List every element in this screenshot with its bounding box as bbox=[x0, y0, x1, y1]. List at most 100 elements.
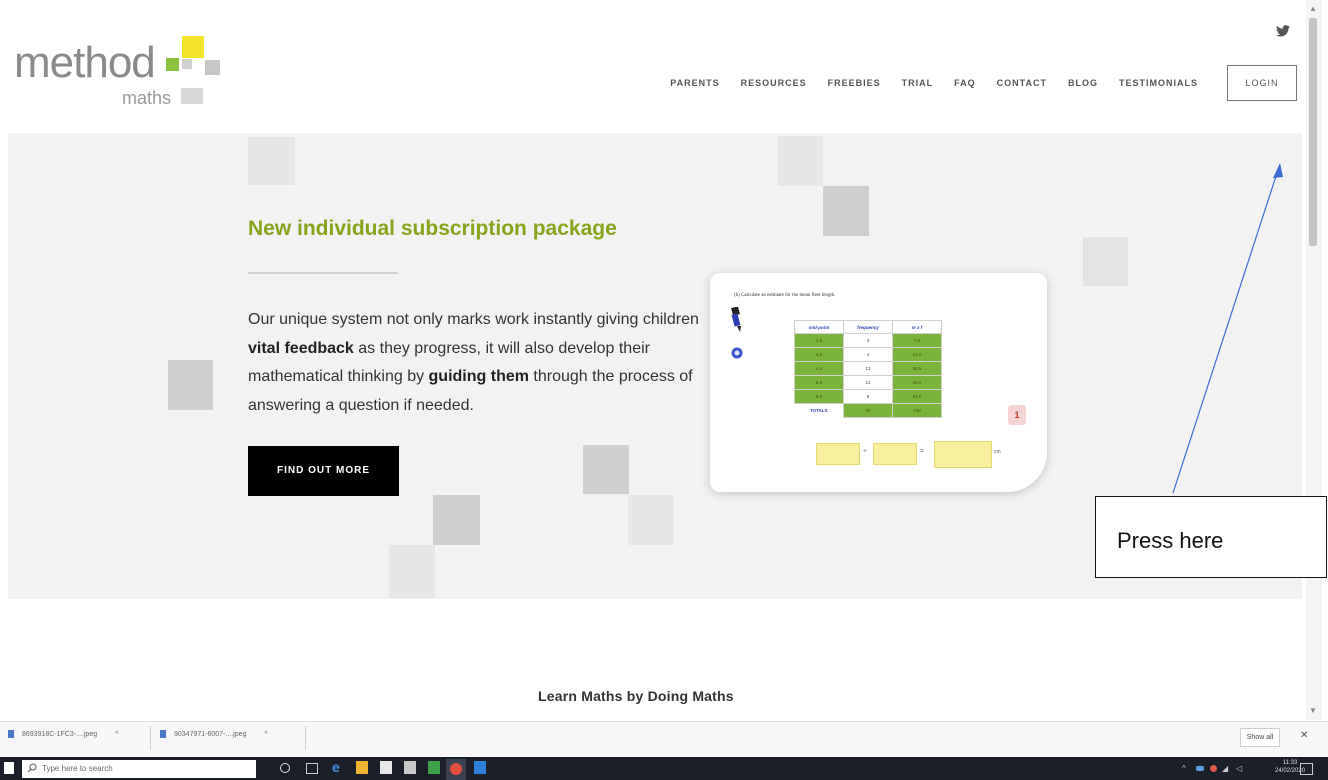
nav-item-trial[interactable]: TRIAL bbox=[902, 78, 934, 88]
table-header: m x f bbox=[892, 320, 942, 334]
table-cell: 2.5 bbox=[794, 333, 844, 348]
table-cell: 12 bbox=[843, 375, 893, 390]
app-green-icon[interactable] bbox=[428, 761, 440, 774]
chevron-up-icon[interactable]: ^ bbox=[1182, 764, 1186, 773]
login-button[interactable]: LOGIN bbox=[1227, 65, 1297, 101]
hero-description: Our unique system not only marks work in… bbox=[248, 306, 708, 420]
nav-item-parents[interactable]: PARENTS bbox=[670, 78, 719, 88]
chevron-up-icon[interactable]: ^ bbox=[264, 731, 267, 738]
divide-operator: ÷ bbox=[863, 448, 867, 455]
table-row: 3.5 4 14.0 bbox=[794, 347, 942, 362]
image-file-icon bbox=[160, 730, 166, 738]
equals-operator: = bbox=[920, 448, 925, 455]
section-title: Learn Maths by Doing Maths bbox=[538, 688, 734, 704]
table-totals-row: TOTALS 40 198 bbox=[795, 403, 942, 418]
hero-text-bold: guiding them bbox=[428, 368, 529, 385]
decor-square bbox=[823, 186, 869, 236]
onedrive-icon[interactable] bbox=[1196, 766, 1204, 771]
decor-square bbox=[248, 137, 295, 185]
download-item[interactable]: 8693918C-1FC3-....jpeg ^ bbox=[8, 730, 118, 738]
table-cell: 66.0 bbox=[892, 375, 942, 390]
wifi-icon[interactable]: ◢ bbox=[1222, 764, 1228, 773]
find-out-more-button[interactable]: FIND OUT MORE bbox=[248, 446, 399, 496]
chevron-up-icon[interactable]: ^ bbox=[115, 731, 118, 738]
volume-icon[interactable]: ◁ bbox=[1236, 764, 1242, 773]
decor-square bbox=[1083, 237, 1128, 286]
hero-text-part: Our unique system not only marks work in… bbox=[248, 311, 699, 328]
nav-item-faq[interactable]: FAQ bbox=[954, 78, 976, 88]
table-row: 2.5 3 7.5 bbox=[794, 333, 942, 348]
hint-icon bbox=[731, 347, 743, 359]
table-row: 6.5 8 52.0 bbox=[794, 389, 942, 404]
table-row: 4.5 13 58.5 bbox=[794, 361, 942, 376]
nav-item-blog[interactable]: BLOG bbox=[1068, 78, 1098, 88]
scroll-down-arrow-icon[interactable]: ▼ bbox=[1308, 706, 1318, 716]
answer-input-denominator[interactable] bbox=[873, 443, 917, 465]
table-cell: 52.0 bbox=[892, 389, 942, 404]
store-icon[interactable] bbox=[380, 761, 392, 774]
hero-divider bbox=[248, 272, 398, 274]
nav-item-resources[interactable]: RESOURCES bbox=[741, 78, 807, 88]
file-explorer-icon[interactable] bbox=[356, 761, 368, 774]
download-bar bbox=[0, 721, 1328, 757]
table-cell: 6.5 bbox=[794, 389, 844, 404]
app-icon[interactable] bbox=[404, 761, 416, 774]
table-header-row: mid-point frequency m x f bbox=[794, 320, 942, 334]
answer-input-numerator[interactable] bbox=[816, 443, 860, 465]
logo-subtitle: maths bbox=[122, 88, 172, 108]
hero-title: New individual subscription package bbox=[248, 217, 617, 240]
notifications-icon[interactable] bbox=[1300, 763, 1313, 775]
download-item[interactable]: 90347971-6007-....jpeg ^ bbox=[160, 730, 268, 738]
logo-wordmark: method bbox=[14, 38, 156, 87]
twitter-icon[interactable] bbox=[1276, 25, 1290, 37]
table-cell: 5.5 bbox=[794, 375, 844, 390]
table-cell: 58.5 bbox=[892, 361, 942, 376]
nav-item-freebies[interactable]: FREEBIES bbox=[828, 78, 881, 88]
main-nav: PARENTS RESOURCES FREEBIES TRIAL FAQ CON… bbox=[670, 78, 1198, 88]
tray-app-icon[interactable] bbox=[1210, 765, 1217, 772]
scrollbar-thumb[interactable] bbox=[1309, 18, 1317, 246]
nav-item-testimonials[interactable]: TESTIMONIALS bbox=[1119, 78, 1198, 88]
decor-square bbox=[628, 495, 674, 545]
windows-start-icon[interactable] bbox=[4, 762, 14, 774]
logo-square-grey-small bbox=[182, 59, 192, 69]
cortana-icon[interactable] bbox=[280, 763, 290, 773]
mail-icon[interactable] bbox=[474, 761, 486, 774]
logo-square-grey bbox=[205, 60, 220, 75]
answer-input-result[interactable] bbox=[934, 441, 992, 468]
download-filename: 90347971-6007-....jpeg bbox=[174, 730, 247, 738]
unit-label: cm bbox=[994, 449, 1001, 455]
image-file-icon bbox=[8, 730, 14, 738]
close-icon[interactable]: ✕ bbox=[1300, 730, 1308, 741]
table-cell: 3 bbox=[843, 333, 893, 348]
table-header: mid-point bbox=[794, 320, 844, 334]
nav-item-contact[interactable]: CONTACT bbox=[997, 78, 1047, 88]
decor-square bbox=[433, 495, 480, 545]
divider bbox=[305, 726, 306, 750]
hero-text-bold: vital feedback bbox=[248, 339, 354, 357]
table-cell: 3.5 bbox=[794, 347, 844, 362]
download-filename: 8693918C-1FC3-....jpeg bbox=[22, 730, 98, 738]
table-cell: 13 bbox=[843, 361, 893, 376]
table-cell: 8 bbox=[843, 389, 893, 404]
search-icon bbox=[27, 763, 37, 773]
logo-square-yellow bbox=[182, 36, 204, 58]
scroll-up-arrow-icon[interactable]: ▲ bbox=[1308, 4, 1318, 14]
frequency-table: mid-point frequency m x f 2.5 3 7.5 3.5 … bbox=[794, 320, 942, 418]
totals-cell: 40 bbox=[843, 403, 893, 418]
pen-icon bbox=[731, 307, 741, 332]
table-cell: 7.5 bbox=[892, 333, 942, 348]
table-header: frequency bbox=[843, 320, 893, 334]
totals-label: TOTALS bbox=[809, 408, 828, 414]
score-badge: 1 bbox=[1008, 405, 1026, 425]
show-all-button[interactable]: Show all bbox=[1240, 728, 1280, 747]
worksheet-question: (b) Calculate an estimate for the mean f… bbox=[734, 293, 836, 298]
edge-browser-icon[interactable]: e bbox=[332, 760, 344, 774]
logo-square-grey-bottom bbox=[181, 88, 203, 104]
table-cell: 4 bbox=[843, 347, 893, 362]
decor-square bbox=[168, 360, 213, 410]
table-cell: 4.5 bbox=[794, 361, 844, 376]
logo-square-green bbox=[166, 58, 179, 71]
task-view-icon[interactable] bbox=[306, 763, 318, 774]
decor-square bbox=[583, 445, 629, 494]
